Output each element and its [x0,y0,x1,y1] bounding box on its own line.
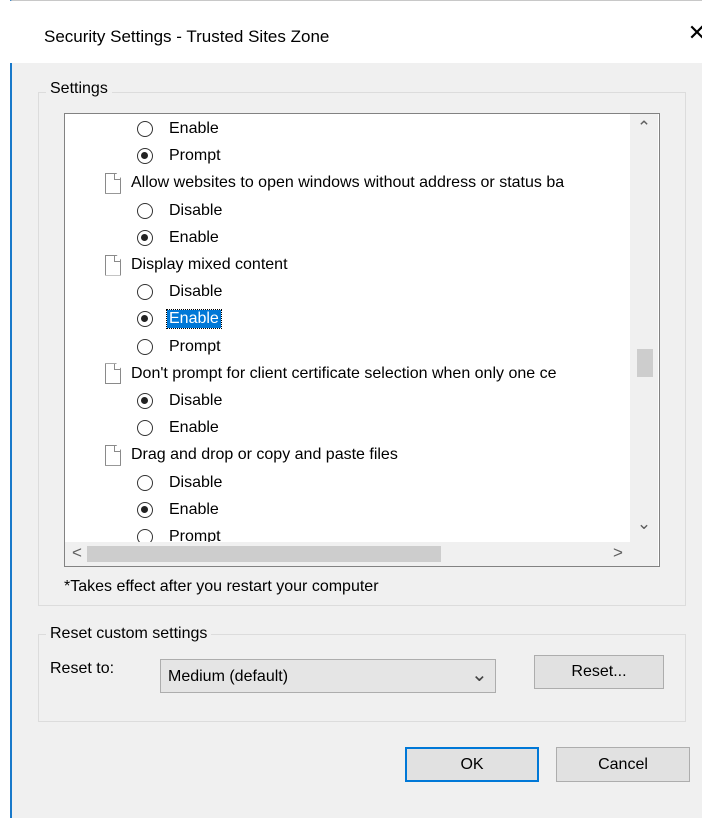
page-icon [105,363,121,385]
setting-label: Disable [169,201,223,219]
ok-button-label: OK [460,755,484,773]
setting-label: Enable [169,500,219,518]
setting-label: Disable [169,473,223,491]
vertical-scrollbar[interactable]: ⌃ ⌄ [630,114,658,542]
radio-unchecked-icon[interactable] [137,338,153,355]
setting-radio-option[interactable]: Disable [137,198,222,224]
radio-checked-icon[interactable] [137,393,153,409]
radio-unchecked-icon[interactable] [137,284,153,301]
setting-label: Disable [169,283,223,301]
setting-radio-option[interactable]: Disable [137,388,222,414]
setting-radio-option[interactable]: Enable [137,116,219,142]
setting-label: Display mixed content [131,256,288,273]
page-icon [105,254,121,276]
horizontal-scroll-thumb[interactable] [87,546,441,562]
setting-radio-option[interactable]: Disable [137,279,222,305]
setting-item[interactable]: Allow websites to open windows without a… [105,170,564,196]
page-icon [105,444,121,466]
setting-radio-option[interactable]: Disable [137,470,222,496]
settings-tree[interactable]: Enable Prompt Allow websites to open windo… [64,113,660,567]
reset-button[interactable]: Reset... [534,655,664,689]
setting-radio-option[interactable]: Enable [137,415,219,441]
horizontal-scrollbar[interactable]: < > [65,542,630,566]
setting-label: Disable [169,392,223,409]
cancel-button[interactable]: Cancel [556,747,690,782]
settings-group-label: Settings [46,80,112,98]
reset-to-label: Reset to: [50,660,115,677]
setting-label: Enable [166,309,222,330]
scroll-left-icon[interactable]: < [67,543,87,563]
setting-radio-option[interactable]: Enable [137,497,219,523]
radio-checked-icon[interactable] [137,229,153,246]
radio-unchecked-icon[interactable] [137,420,153,437]
close-icon[interactable]: ✕ [683,19,702,47]
vertical-scroll-thumb[interactable] [637,349,653,378]
setting-radio-option[interactable]: Prompt [137,143,221,169]
setting-label: Prompt [169,337,221,355]
page-icon [105,172,121,194]
setting-label: Allow websites to open windows without a… [131,174,565,192]
radio-checked-icon[interactable] [137,148,153,165]
setting-item[interactable]: Don't prompt for client certificate sele… [105,361,557,387]
setting-label: Don't prompt for client certificate sele… [131,364,557,382]
ok-button[interactable]: OK [405,747,539,782]
setting-label: Enable [169,419,219,437]
setting-item[interactable]: Drag and drop or copy and paste files [105,442,398,468]
setting-item[interactable]: Display mixed content [105,252,288,278]
setting-label: Drag and drop or copy and paste files [131,446,398,464]
setting-radio-option[interactable]: Prompt [137,334,221,360]
scrollbar-corner [630,542,658,566]
setting-radio-option[interactable]: Enable [137,306,222,332]
scroll-down-icon[interactable]: ⌄ [634,514,654,534]
radio-checked-icon[interactable] [137,311,153,328]
radio-unchecked-icon[interactable] [137,202,153,219]
radio-checked-icon[interactable] [137,501,153,518]
title-bar: Security Settings - Trusted Sites Zone ✕ [10,1,702,63]
scroll-right-icon[interactable]: > [608,543,628,563]
restart-note: *Takes effect after you restart your com… [64,578,379,595]
radio-unchecked-icon[interactable] [137,121,153,137]
window-title: Security Settings - Trusted Sites Zone [44,27,330,46]
setting-label: Prompt [169,147,221,165]
radio-unchecked-icon[interactable] [137,474,153,491]
setting-label: Enable [169,120,219,137]
scroll-up-icon[interactable]: ⌃ [634,118,654,138]
setting-label: Enable [169,228,219,246]
setting-radio-option[interactable]: Enable [137,225,219,251]
reset-level-dropdown[interactable]: Medium (default) ⌄ [160,659,496,693]
chevron-down-icon: ⌄ [471,664,488,686]
reset-group-label: Reset custom settings [46,625,212,643]
reset-button-label: Reset... [571,663,627,680]
reset-level-value: Medium (default) [168,668,289,685]
cancel-button-label: Cancel [598,755,648,773]
